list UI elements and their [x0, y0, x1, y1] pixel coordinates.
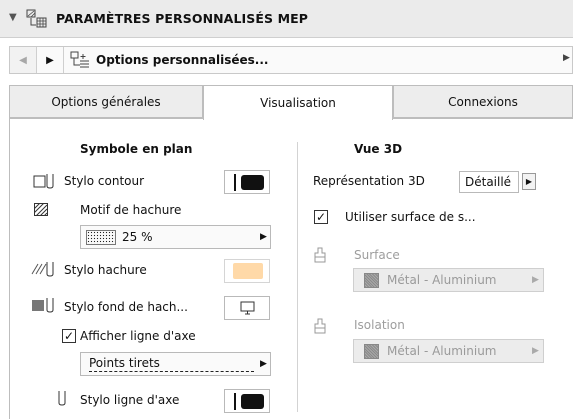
afficher-axe-label[interactable]: Afficher ligne d'axe: [80, 329, 196, 343]
hatch-pen-icon: [31, 262, 54, 277]
symbole-en-plan-heading: Symbole en plan: [80, 142, 193, 156]
representation-3d-label: Représentation 3D: [313, 174, 425, 188]
stylo-contour-pen-button[interactable]: [224, 170, 270, 194]
triangle-right-icon: ▶: [46, 54, 54, 66]
representation-3d-value: Détaillé: [465, 175, 512, 189]
material-swatch: [364, 273, 379, 288]
tab-options-generales[interactable]: Options générales: [9, 85, 203, 118]
surface-value: Métal - Aluminium: [387, 273, 497, 287]
tab-label: Visualisation: [260, 96, 336, 110]
tab-panel-gap: [204, 117, 392, 120]
axe-type-value: Points tirets: [89, 356, 160, 370]
custom-options-label[interactable]: Options personnalisées...: [96, 53, 268, 67]
previous-button[interactable]: ◀: [10, 47, 37, 73]
tab-connexions[interactable]: Connexions: [393, 85, 573, 118]
material-swatch: [364, 344, 379, 359]
custom-options-icon: [70, 51, 89, 68]
surface-brush-icon: [314, 247, 326, 263]
dropdown-arrow-icon: ▶: [532, 275, 539, 285]
checkmark-icon: ✓: [315, 210, 327, 224]
surface-dropdown[interactable]: Métal - Aluminium ▶: [353, 268, 544, 292]
representation-3d-arrow-button[interactable]: ▶: [522, 173, 536, 190]
isolation-brush-icon: [314, 318, 326, 334]
tab-label: Options générales: [51, 94, 161, 109]
axis-pen-icon: [58, 391, 66, 406]
isolation-label: Isolation: [354, 318, 405, 332]
vue-3d-heading: Vue 3D: [354, 142, 403, 156]
dropdown-arrow-icon: ▶: [260, 232, 267, 242]
hatch-pattern-icon: [34, 203, 48, 216]
axe-type-dropdown[interactable]: Points tirets ▶: [80, 352, 271, 376]
background-pen-icon: [32, 298, 54, 313]
dash-line-preview: [89, 371, 254, 372]
hachure-color-swatch: [233, 263, 263, 279]
utiliser-surface-checkbox[interactable]: ✓: [314, 210, 328, 224]
dropdown-arrow-icon: ▶: [532, 346, 539, 356]
mep-settings-icon: [26, 9, 47, 28]
contour-pen-icon: [33, 174, 54, 189]
tab-visualisation[interactable]: Visualisation: [203, 85, 393, 120]
stylo-fond-button[interactable]: [224, 296, 270, 320]
next-button[interactable]: ▶: [37, 47, 64, 73]
panel-title: PARAMÈTRES PERSONNALISÉS MEP: [56, 11, 309, 26]
tab-label: Connexions: [448, 94, 518, 109]
panel-header: ▼ PARAMÈTRES PERSONNALISÉS MEP: [0, 0, 573, 38]
motif-value: 25 %: [122, 230, 153, 244]
stylo-axe-label: Stylo ligne d'axe: [80, 393, 180, 407]
column-divider: [297, 142, 298, 412]
stylo-fond-label: Stylo fond de hach...: [64, 300, 188, 314]
triangle-right-icon: ▶: [525, 177, 533, 186]
stylo-hachure-pen-button[interactable]: [224, 259, 270, 283]
monitor-icon: [240, 301, 255, 315]
stylo-contour-label: Stylo contour: [64, 174, 145, 188]
isolation-dropdown[interactable]: Métal - Aluminium ▶: [353, 339, 544, 363]
representation-3d-value-box[interactable]: Détaillé: [459, 171, 519, 193]
motif-hachure-dropdown[interactable]: 25 % ▶: [80, 225, 271, 249]
dropdown-arrow-icon: ▶: [260, 359, 267, 369]
stylo-hachure-label: Stylo hachure: [64, 263, 147, 277]
expand-chevron-icon[interactable]: ▶: [563, 53, 570, 63]
utiliser-surface-label[interactable]: Utiliser surface de s...: [345, 210, 476, 224]
pattern-swatch: [86, 230, 116, 245]
collapse-caret-icon[interactable]: ▼: [9, 12, 17, 23]
surface-label: Surface: [354, 248, 400, 262]
triangle-left-icon: ◀: [19, 54, 27, 66]
isolation-value: Métal - Aluminium: [387, 344, 497, 358]
checkmark-icon: ✓: [63, 329, 75, 343]
afficher-axe-checkbox[interactable]: ✓: [62, 329, 76, 343]
stylo-axe-pen-button[interactable]: [224, 389, 270, 413]
custom-options-bar: ◀ ▶ Options personnalisées... ▶: [9, 46, 573, 74]
motif-hachure-label: Motif de hachure: [80, 203, 182, 217]
